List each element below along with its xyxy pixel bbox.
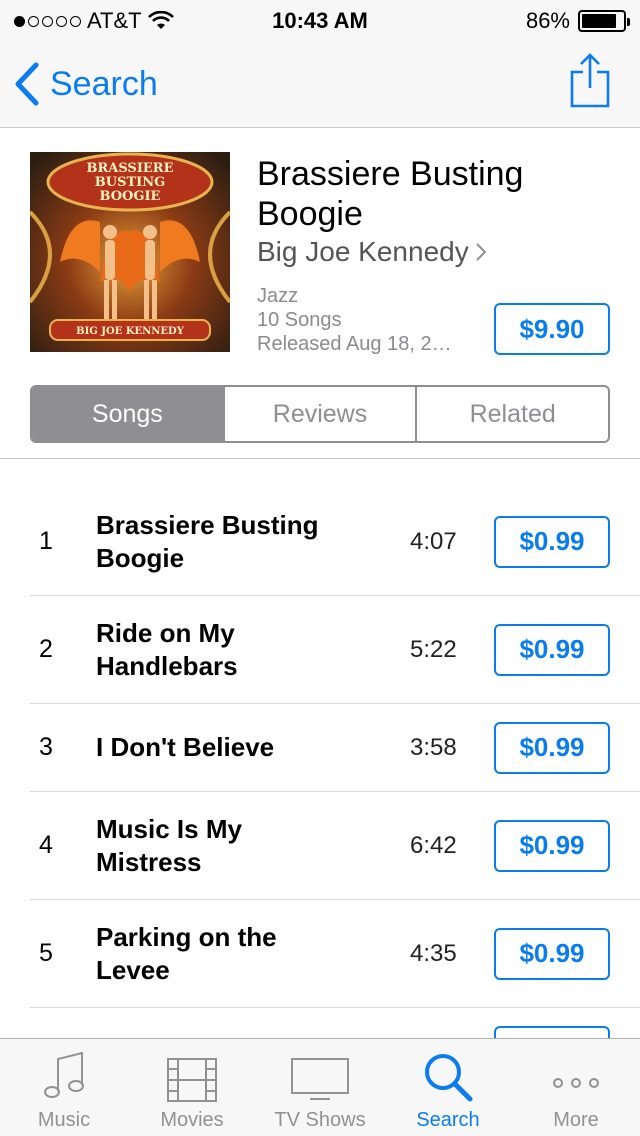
song-duration: 5:22: [410, 635, 457, 663]
share-icon[interactable]: [570, 52, 610, 108]
tab-label: Movies: [160, 1109, 224, 1131]
song-price-button[interactable]: $0.99: [494, 819, 610, 872]
album-artist-link[interactable]: Big Joe Kennedy: [257, 236, 487, 268]
song-number: 3: [39, 733, 53, 761]
album-song-count: 10 Songs: [257, 309, 342, 331]
navigation-bar: Search: [0, 40, 640, 128]
segment-related[interactable]: Related: [417, 387, 608, 441]
back-label: Search: [50, 64, 158, 103]
segment-reviews[interactable]: Reviews: [225, 387, 418, 441]
song-list: 1 Brassiere Busting Boogie 4:07 $0.99 2 …: [0, 488, 640, 1066]
cover-text-2: BUSTING: [95, 175, 165, 190]
song-row[interactable]: 4 Music Is My Mistress 6:42 $0.99: [30, 792, 640, 900]
tv-icon: [291, 1058, 349, 1100]
song-price-button[interactable]: $0.99: [494, 515, 610, 568]
song-duration: 6:42: [410, 831, 457, 859]
tab-label: Search: [416, 1109, 480, 1131]
tab-search[interactable]: Search: [384, 1039, 512, 1136]
more-icon: [553, 1078, 599, 1088]
film-icon: [167, 1058, 217, 1102]
song-duration: 4:07: [410, 527, 457, 555]
song-number: 4: [39, 831, 53, 859]
song-title: Music Is My Mistress: [96, 813, 242, 877]
song-duration: 4:35: [410, 939, 457, 967]
song-duration: 3:58: [410, 733, 457, 761]
chevron-left-icon: [15, 62, 39, 106]
tab-tv-shows[interactable]: TV Shows: [256, 1039, 384, 1136]
song-price-button[interactable]: $0.99: [494, 927, 610, 980]
song-price-button[interactable]: $0.99: [494, 721, 610, 774]
cover-text-3: BOOGIE: [100, 189, 161, 204]
song-title: I Don't Believe: [96, 732, 275, 762]
search-icon: [425, 1054, 473, 1102]
song-row[interactable]: 1 Brassiere Busting Boogie 4:07 $0.99: [30, 488, 640, 596]
tab-movies[interactable]: Movies: [128, 1039, 256, 1136]
album-title: Brassiere Busting Boogie: [257, 155, 524, 233]
album-genre: Jazz: [257, 285, 299, 307]
song-row[interactable]: 5 Parking on the Levee 4:35 $0.99: [30, 900, 640, 1008]
album-meta: Jazz 10 Songs Released Aug 18, 2…: [257, 284, 477, 356]
cover-artist-text: BIG JOE KENNEDY: [76, 326, 185, 337]
song-title: Brassiere Busting Boogie: [96, 509, 319, 573]
tab-label: TV Shows: [274, 1109, 366, 1131]
tab-music[interactable]: Music: [0, 1039, 128, 1136]
song-row[interactable]: 3 I Don't Believe 3:58 $0.99: [30, 704, 640, 792]
song-row[interactable]: 2 Ride on My Handlebars 5:22 $0.99: [30, 596, 640, 704]
album-price-button[interactable]: $9.90: [494, 303, 610, 355]
segment-songs[interactable]: Songs: [32, 387, 225, 441]
divider: [0, 458, 640, 459]
album-release-date: Released Aug 18, 2…: [257, 333, 452, 355]
status-bar: AT&T 10:43 AM 86%: [0, 0, 640, 40]
music-note-icon: [44, 1051, 84, 1098]
cover-text-1: BRASSIERE: [86, 161, 173, 176]
album-header: BRASSIERE BUSTING BOOGIE BIG JOE KENNEDY…: [0, 128, 640, 458]
status-right: 86%: [525, 8, 630, 34]
tab-more[interactable]: More: [512, 1039, 640, 1136]
song-number: 1: [39, 527, 53, 555]
tab-bar: Music Movies TV Shows Search More: [0, 1038, 640, 1136]
chevron-right-icon: [476, 243, 487, 261]
album-artist-name: Big Joe Kennedy: [257, 236, 469, 267]
tab-label: Music: [37, 1109, 91, 1131]
album-cover[interactable]: BRASSIERE BUSTING BOOGIE BIG JOE KENNEDY: [30, 152, 230, 352]
tab-label: More: [553, 1109, 599, 1131]
song-price-button[interactable]: $0.99: [494, 623, 610, 676]
segmented-control: Songs Reviews Related: [30, 385, 610, 443]
back-button[interactable]: Search: [14, 62, 158, 106]
battery-percent: 86%: [525, 8, 570, 33]
battery-icon: [578, 10, 630, 32]
song-number: 2: [39, 635, 53, 663]
song-title: Ride on My Handlebars: [96, 617, 238, 681]
song-number: 5: [39, 939, 53, 967]
song-title: Parking on the Levee: [96, 921, 277, 985]
